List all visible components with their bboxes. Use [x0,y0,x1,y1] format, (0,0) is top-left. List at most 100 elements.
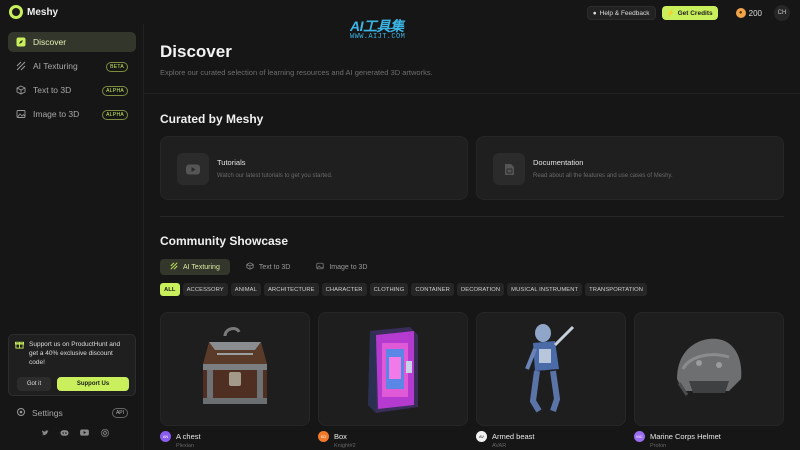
sidebar-item-label: Text to 3D [33,85,72,95]
tutorials-card[interactable]: Tutorials Watch our latest tutorials to … [160,136,468,200]
category-chip-decoration[interactable]: DECORATION [456,283,505,296]
category-chip-character[interactable]: CHARACTER [321,283,367,296]
page-subtitle: Explore our curated selection of learnin… [160,68,433,77]
youtube-icon [177,153,209,185]
card-author: AVAR [492,443,507,449]
box-model-thumbnail [318,312,468,426]
category-filters: ALL ACCESSORY ANIMAL ARCHITECTURE CHARAC… [160,283,648,296]
promo-text: Support us on ProductHunt and get a 40% … [29,341,121,366]
texture-icon [16,61,26,71]
tab-label: Text to 3D [258,263,291,271]
main-content: Discover Explore our curated selection o… [144,24,800,450]
cube-icon [16,85,26,95]
document-icon [493,153,525,185]
tab-label: AI Texturing [183,263,220,271]
curated-section-title: Curated by Meshy [160,112,264,126]
youtube-icon[interactable] [80,428,89,437]
beta-badge: BETA [106,62,128,72]
tutorials-description: Watch our latest tutorials to get you st… [217,173,333,179]
tab-text-to-3d[interactable]: Text to 3D [236,259,301,275]
showcase-card[interactable]: AV Armed beast AVAR [476,312,626,449]
section-divider [160,216,784,217]
sidebar-item-image-to-3d[interactable]: Image to 3D ALPHA [8,104,136,124]
armed-beast-model-thumbnail [476,312,626,426]
author-avatar: KD [318,431,329,442]
showcase-card[interactable]: MC Marine Corps Helmet Proton [634,312,784,449]
cube-icon [246,262,254,272]
settings-label: Settings [32,408,63,418]
gear-icon [16,407,26,419]
instagram-icon[interactable] [100,428,109,437]
user-avatar[interactable]: CH [774,5,790,21]
sidebar-item-label: Discover [33,37,67,47]
category-chip-animal[interactable]: ANIMAL [230,283,261,296]
producthunt-promo: Support us on ProductHunt and get a 40% … [8,334,136,396]
card-title: A chest [176,432,201,441]
get-credits-label: Get Credits [677,9,713,17]
sidebar-item-discover[interactable]: Discover [8,32,136,52]
sidebar-nav: Discover AI Texturing BETA Text to 3D AL… [8,32,136,128]
alpha-badge: ALPHA [102,110,128,120]
author-avatar: MC [634,431,645,442]
twitter-icon[interactable] [40,428,49,437]
sidebar: Discover AI Texturing BETA Text to 3D AL… [0,24,144,450]
category-chip-transportation[interactable]: TRANSPORTATION [585,283,648,296]
tab-label: Image to 3D [329,263,368,271]
sidebar-item-text-to-3d[interactable]: Text to 3D ALPHA [8,80,136,100]
category-chip-architecture[interactable]: ARCHITECTURE [263,283,319,296]
app-name: Meshy [27,6,59,18]
showcase-card[interactable]: AN A chest Plexian [160,312,310,449]
category-chip-container[interactable]: CONTAINER [411,283,454,296]
author-avatar: AV [476,431,487,442]
author-avatar: AN [160,431,171,442]
image-icon [316,262,324,272]
get-credits-button[interactable]: ⚡ Get Credits [661,6,718,20]
got-it-button[interactable]: Got it [17,377,51,391]
help-feedback-button[interactable]: ● Help & Feedback [586,6,656,20]
documentation-card[interactable]: Documentation Read about all the feature… [476,136,784,200]
category-chip-clothing[interactable]: CLOTHING [369,283,409,296]
alpha-badge: ALPHA [102,86,128,96]
category-chip-all[interactable]: ALL [160,283,180,296]
showcase-section-title: Community Showcase [160,234,289,248]
page-title: Discover [160,42,232,61]
tab-ai-texturing[interactable]: AI Texturing [160,259,230,275]
helmet-model-thumbnail [634,312,784,426]
api-badge: API [111,408,128,418]
card-author: Knight#2 [334,443,356,449]
category-chip-accessory[interactable]: ACCESSORY [182,283,228,296]
settings-link[interactable]: Settings API [16,407,128,419]
help-feedback-label: Help & Feedback [599,9,650,17]
support-us-button[interactable]: Support Us [57,377,129,391]
social-links [40,428,109,437]
documentation-title: Documentation [533,158,584,167]
card-author: Proton [650,443,667,449]
tutorials-title: Tutorials [217,158,246,167]
documentation-description: Read about all the features and use case… [533,173,673,179]
card-title: Box [334,432,347,441]
card-title: Marine Corps Helmet [650,432,721,441]
lightning-icon: ⚡ [666,10,675,17]
category-chip-musical-instrument[interactable]: MUSICAL INSTRUMENT [507,283,583,296]
credit-balance[interactable]: ● 200 [735,8,762,18]
gift-icon [15,340,24,367]
sidebar-item-label: AI Texturing [33,61,78,71]
texture-icon [170,262,178,272]
tab-image-to-3d[interactable]: Image to 3D [306,259,377,275]
compass-icon [16,37,26,47]
card-title: Armed beast [492,432,535,441]
image-icon [16,109,26,119]
app-logo[interactable]: Meshy [9,5,58,19]
credit-count: 200 [748,8,762,18]
sidebar-item-label: Image to 3D [33,109,80,119]
page-header: Discover Explore our curated selection o… [144,24,800,94]
card-author: Plexian [176,443,195,449]
top-bar: Meshy AI工具集 WWW.AIJT.COM ● Help & Feedba… [0,0,800,41]
meshy-logo-icon [9,5,23,19]
chest-model-thumbnail [160,312,310,426]
showcase-grid: AN A chest Plexian KD Box Knight#2 AV Ar… [160,312,784,449]
showcase-card[interactable]: KD Box Knight#2 [318,312,468,449]
coin-icon: ● [735,8,746,18]
discord-icon[interactable] [60,428,69,437]
sidebar-item-ai-texturing[interactable]: AI Texturing BETA [8,56,136,76]
